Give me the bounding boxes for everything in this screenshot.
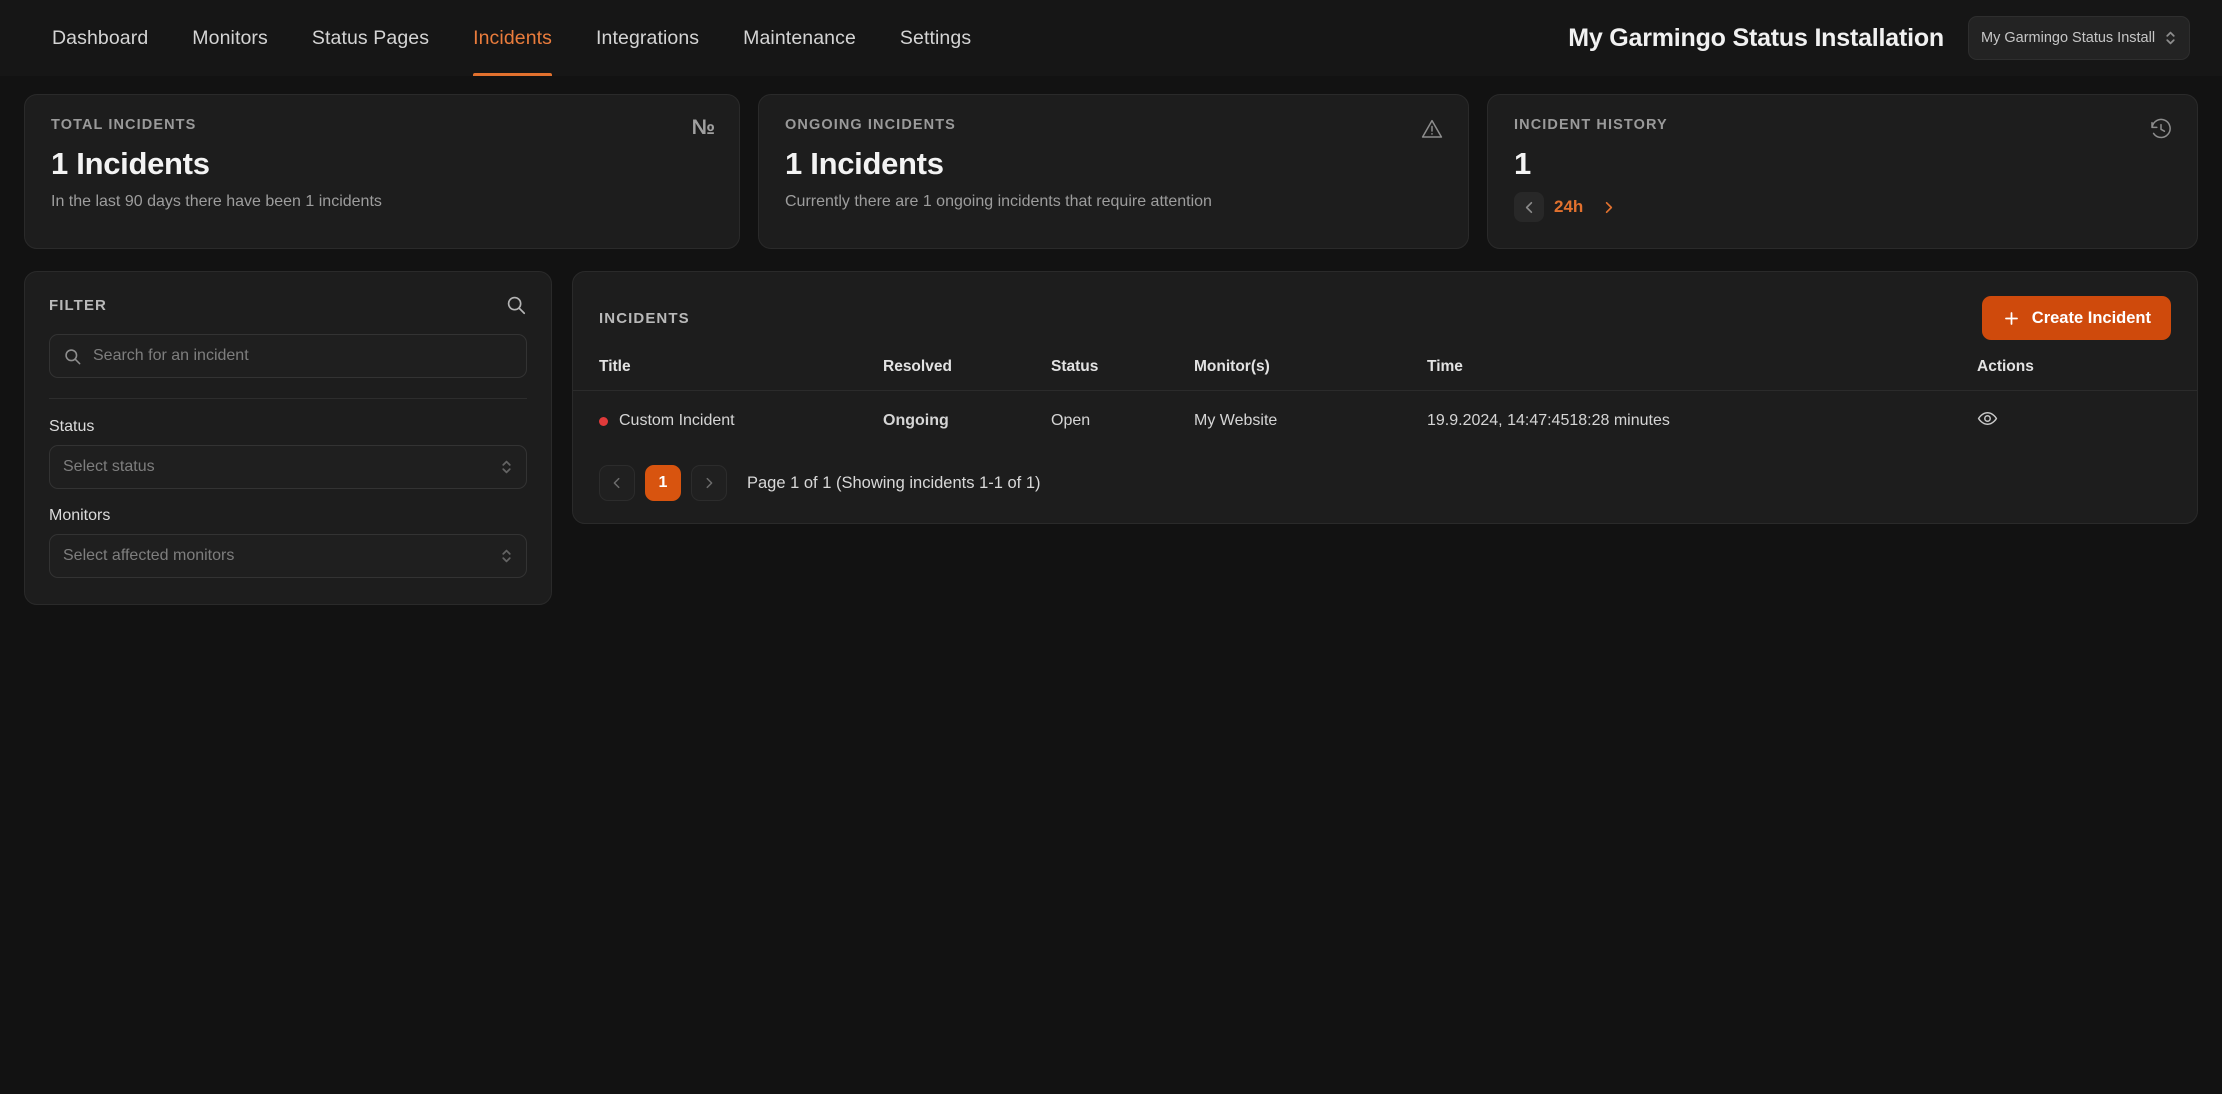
status-dot-icon [599,416,608,426]
nav-item-maintenance[interactable]: Maintenance [721,0,878,76]
table-row[interactable]: Custom Incident Ongoing Open My Website … [573,391,2197,452]
incident-history-value: 1 [1514,146,1531,181]
pagination: 1 Page 1 of 1 (Showing incidents 1-1 of … [573,451,2197,523]
nav-item-dashboard[interactable]: Dashboard [30,0,170,76]
filter-panel: FILTER Status Select status Monitors [24,271,552,605]
incident-history-range-nav: 24h [1514,192,2171,222]
chevron-right-icon [1605,201,1612,213]
status-select-placeholder: Select status [63,458,155,475]
incident-search-field[interactable] [49,334,527,378]
chevron-updown-icon [502,549,511,563]
table-header-row: Title Resolved Status Monitor(s) Time Ac… [573,342,2197,391]
column-header-monitors: Monitor(s) [1194,342,1427,391]
total-incidents-kicker: TOTAL INCIDENTS [51,117,197,133]
numero-glyph: № [691,116,715,139]
pagination-info: Page 1 of 1 (Showing incidents 1-1 of 1) [747,473,1041,492]
column-header-time: Time [1427,342,1977,391]
warning-triangle-icon [1420,117,1444,141]
search-input[interactable] [93,347,513,365]
incidents-panel: INCIDENTS Create Incident Title Resolved… [572,271,2198,524]
create-incident-label: Create Incident [2031,308,2151,327]
ongoing-incidents-kicker: ONGOING INCIDENTS [785,117,956,133]
cell-time: 19.9.2024, 14:47:4518:28 minutes [1427,412,1670,429]
installation-selector-value: My Garmingo Status Install [1981,30,2156,46]
nav-items: Dashboard Monitors Status Pages Incident… [0,0,993,76]
nav-item-label: Monitors [192,26,268,49]
nav-item-status-pages[interactable]: Status Pages [290,0,451,76]
cell-monitors: My Website [1194,412,1278,429]
nav-item-label: Dashboard [52,26,149,49]
ongoing-incidents-value: 1 Incidents [785,146,944,181]
nav-item-label: Settings [899,26,972,49]
installation-title: My Garmingo Status Installation [1568,23,1944,52]
chevron-right-icon [706,477,713,489]
nav-item-label: Incidents [473,26,553,49]
history-prev-button[interactable] [1514,192,1544,222]
nav-item-settings[interactable]: Settings [878,0,993,76]
pagination-next-button[interactable] [691,465,727,501]
total-incidents-value: 1 Incidents [51,146,210,181]
monitors-filter-label: Monitors [49,507,111,524]
plus-icon [2004,311,2018,325]
main-content: FILTER Status Select status Monitors [0,249,2222,605]
view-incident-button[interactable] [1977,408,1998,429]
total-incidents-card: TOTAL INCIDENTS 1 Incidents In the last … [24,94,740,249]
column-header-resolved: Resolved [883,342,1051,391]
cell-resolved: Ongoing [883,412,949,429]
chevron-left-icon [1525,201,1532,213]
column-header-title: Title [573,342,883,391]
cell-title: Custom Incident [573,391,883,452]
cell-status: Open [1051,412,1091,429]
incidents-table-body: Custom Incident Ongoing Open My Website … [573,391,2197,452]
history-range-label: 24h [1554,197,1584,216]
incident-history-kicker: INCIDENT HISTORY [1514,117,1668,133]
incidents-title: INCIDENTS [599,309,690,327]
status-filter-block: Status Select status [49,418,527,489]
monitors-select[interactable]: Select affected monitors [49,534,527,578]
monitors-select-placeholder: Select affected monitors [63,547,235,564]
nav-item-label: Maintenance [743,26,856,49]
nav-item-monitors[interactable]: Monitors [170,0,290,76]
create-incident-button[interactable]: Create Incident [1981,296,2171,340]
chevron-left-icon [613,477,620,489]
nav-item-label: Integrations [596,26,700,49]
top-navigation-bar: Dashboard Monitors Status Pages Incident… [0,0,2222,76]
nav-item-incidents[interactable]: Incidents [451,0,574,76]
nav-item-integrations[interactable]: Integrations [574,0,721,76]
history-clock-icon [2149,117,2173,141]
column-header-status: Status [1051,342,1194,391]
search-icon[interactable] [505,294,527,316]
filter-divider [49,398,527,399]
eye-icon [1977,411,1998,426]
history-next-button[interactable] [1593,192,1623,222]
incidents-table-head: Title Resolved Status Monitor(s) Time Ac… [573,342,2197,391]
status-select[interactable]: Select status [49,445,527,489]
monitors-filter-block: Monitors Select affected monitors [49,507,527,578]
filter-header: FILTER [49,294,527,316]
cell-actions [1977,391,2197,452]
ongoing-incidents-subtext: Currently there are 1 ongoing incidents … [785,193,1212,210]
search-icon [65,348,81,364]
pagination-prev-button[interactable] [599,465,635,501]
numero-icon: № [692,117,715,138]
incident-title-text: Custom Incident [619,412,735,429]
pagination-page-1-button[interactable]: 1 [645,465,681,501]
column-header-actions: Actions [1977,342,2197,391]
incident-history-card: INCIDENT HISTORY 1 24h [1487,94,2198,249]
nav-item-label: Status Pages [311,26,430,49]
filter-title: FILTER [49,296,107,314]
total-incidents-subtext: In the last 90 days there have been 1 in… [51,193,382,210]
installation-selector[interactable]: My Garmingo Status Install [1968,16,2190,60]
incidents-table: Title Resolved Status Monitor(s) Time Ac… [573,342,2197,451]
chevron-updown-icon [502,460,511,474]
chevron-updown-icon [2166,31,2175,45]
incidents-header: INCIDENTS Create Incident [573,294,2197,342]
ongoing-incidents-card: ONGOING INCIDENTS 1 Incidents Currently … [758,94,1469,249]
stats-row: TOTAL INCIDENTS 1 Incidents In the last … [0,76,2222,249]
nav-right-group: My Garmingo Status Installation My Garmi… [1568,16,2222,60]
status-filter-label: Status [49,418,95,435]
